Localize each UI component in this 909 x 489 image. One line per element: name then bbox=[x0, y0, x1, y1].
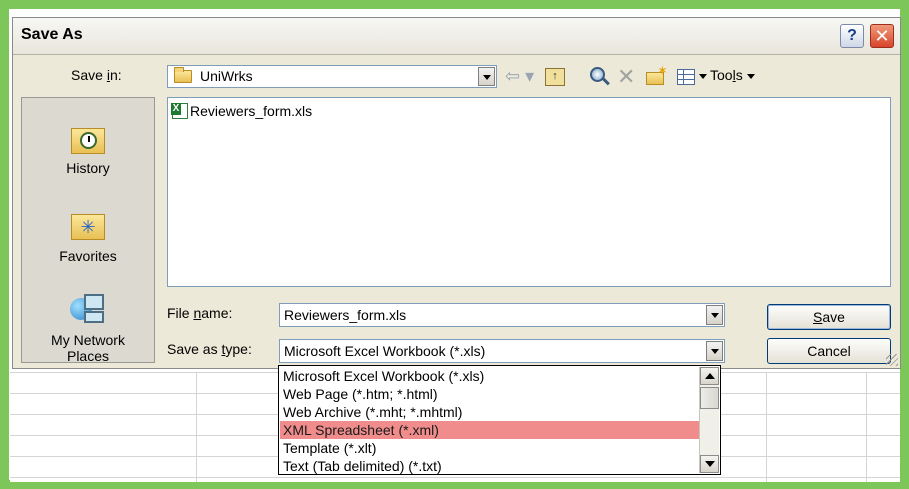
file-name-dropdown-arrow[interactable] bbox=[706, 305, 723, 325]
tools-menu-text: s bbox=[735, 67, 743, 83]
title-bar[interactable]: Save As ? ✕ bbox=[13, 18, 900, 55]
type-option[interactable]: Web Page (*.htm; *.html) bbox=[280, 385, 700, 403]
type-option[interactable]: Microsoft Excel Workbook (*.xls) bbox=[280, 367, 700, 385]
search-web-icon[interactable] bbox=[589, 66, 611, 88]
folder-icon bbox=[174, 67, 192, 83]
close-icon: ✕ bbox=[874, 26, 890, 46]
tools-menu-text: Too bbox=[710, 67, 733, 83]
new-folder-icon[interactable]: ✶ bbox=[645, 63, 668, 88]
save-in-label-text: Save bbox=[71, 67, 107, 83]
up-one-level-icon[interactable]: ↑ bbox=[545, 68, 565, 86]
type-option-selected[interactable]: XML Spreadsheet (*.xml) bbox=[280, 421, 700, 439]
scroll-up-button[interactable] bbox=[700, 367, 719, 385]
tools-dropdown-icon bbox=[746, 73, 755, 79]
sparkle-icon: ✶ bbox=[657, 63, 668, 78]
help-button[interactable]: ? bbox=[840, 24, 864, 48]
help-icon: ? bbox=[847, 27, 857, 44]
grid-line bbox=[196, 372, 197, 482]
place-history[interactable]: History bbox=[22, 128, 154, 176]
save-in-value: UniWrks bbox=[200, 68, 253, 84]
save-in-label: Save in: bbox=[71, 67, 122, 83]
save-button[interactable]: Save bbox=[767, 304, 891, 330]
save-as-dialog: Save As ? ✕ Save in: UniWrks ⇦ ▾ ↑ ✕ ✶ T… bbox=[12, 17, 901, 369]
type-option[interactable]: Text (Tab delimited) (*.txt) bbox=[280, 457, 700, 475]
place-favorites[interactable]: ✳ Favorites bbox=[22, 214, 154, 264]
places-bar: History ✳ Favorites My Network Places bbox=[21, 97, 155, 364]
views-dropdown-icon[interactable] bbox=[699, 74, 707, 79]
place-my-network-places[interactable]: My Network Places bbox=[22, 294, 154, 364]
grid-line bbox=[766, 372, 767, 482]
save-in-combo[interactable]: UniWrks bbox=[167, 65, 497, 88]
save-as-type-dropdown-arrow[interactable] bbox=[706, 341, 723, 361]
computer bbox=[84, 294, 104, 310]
save-button-label: ave bbox=[822, 309, 845, 325]
place-label: My Network Places bbox=[22, 332, 154, 364]
cancel-button[interactable]: Cancel bbox=[767, 338, 891, 364]
back-icon[interactable]: ⇦ ▾ bbox=[505, 66, 535, 88]
place-label-line: My Network bbox=[51, 332, 125, 348]
tools-menu[interactable]: Tools bbox=[710, 67, 755, 83]
place-label: Favorites bbox=[59, 248, 117, 264]
views-icon[interactable] bbox=[677, 69, 695, 85]
save-as-type-value: Microsoft Excel Workbook (*.xls) bbox=[284, 343, 486, 359]
lens-handle bbox=[602, 77, 610, 86]
scroll-thumb[interactable] bbox=[700, 387, 719, 409]
type-option[interactable]: Template (*.xlt) bbox=[280, 439, 700, 457]
save-as-type-label: Save as type: bbox=[167, 341, 252, 357]
favorites-icon: ✳ bbox=[71, 214, 105, 240]
options-scrollbar[interactable] bbox=[699, 367, 719, 473]
file-name-label-text: File bbox=[167, 305, 194, 321]
file-name-label-text: ame: bbox=[201, 305, 233, 321]
close-button[interactable]: ✕ bbox=[870, 24, 894, 48]
file-name-input[interactable] bbox=[280, 304, 704, 326]
file-name-label: File name: bbox=[167, 305, 232, 321]
dialog-title: Save As bbox=[21, 26, 83, 43]
save-as-type-label-text: ype: bbox=[225, 341, 252, 357]
clock bbox=[80, 132, 97, 149]
save-as-type-options[interactable]: Microsoft Excel Workbook (*.xls) Web Pag… bbox=[278, 365, 721, 475]
computer bbox=[84, 311, 104, 323]
cancel-button-label: Cancel bbox=[807, 343, 851, 359]
save-as-type-label-text: Save as bbox=[167, 341, 222, 357]
history-icon bbox=[71, 128, 105, 154]
place-label: History bbox=[66, 160, 110, 176]
place-label-line: Places bbox=[66, 348, 110, 364]
file-list[interactable]: Reviewers_form.xls bbox=[167, 97, 891, 287]
save-button-accel: S bbox=[813, 309, 823, 325]
network-places-icon bbox=[70, 294, 106, 328]
type-option[interactable]: Web Archive (*.mht; *.mhtml) bbox=[280, 403, 700, 421]
file-name: Reviewers_form.xls bbox=[190, 103, 313, 120]
save-as-type-select[interactable]: Microsoft Excel Workbook (*.xls) bbox=[279, 339, 725, 363]
scroll-down-button[interactable] bbox=[700, 455, 719, 473]
grid-line bbox=[866, 372, 867, 482]
save-in-dropdown-arrow[interactable] bbox=[478, 67, 495, 86]
file-name-combo[interactable] bbox=[279, 303, 725, 327]
save-in-label-text: n: bbox=[109, 67, 122, 83]
delete-icon[interactable]: ✕ bbox=[617, 66, 639, 88]
resize-grip[interactable] bbox=[886, 354, 898, 366]
list-item[interactable]: Reviewers_form.xls bbox=[171, 102, 313, 120]
excel-file-icon bbox=[171, 103, 188, 120]
